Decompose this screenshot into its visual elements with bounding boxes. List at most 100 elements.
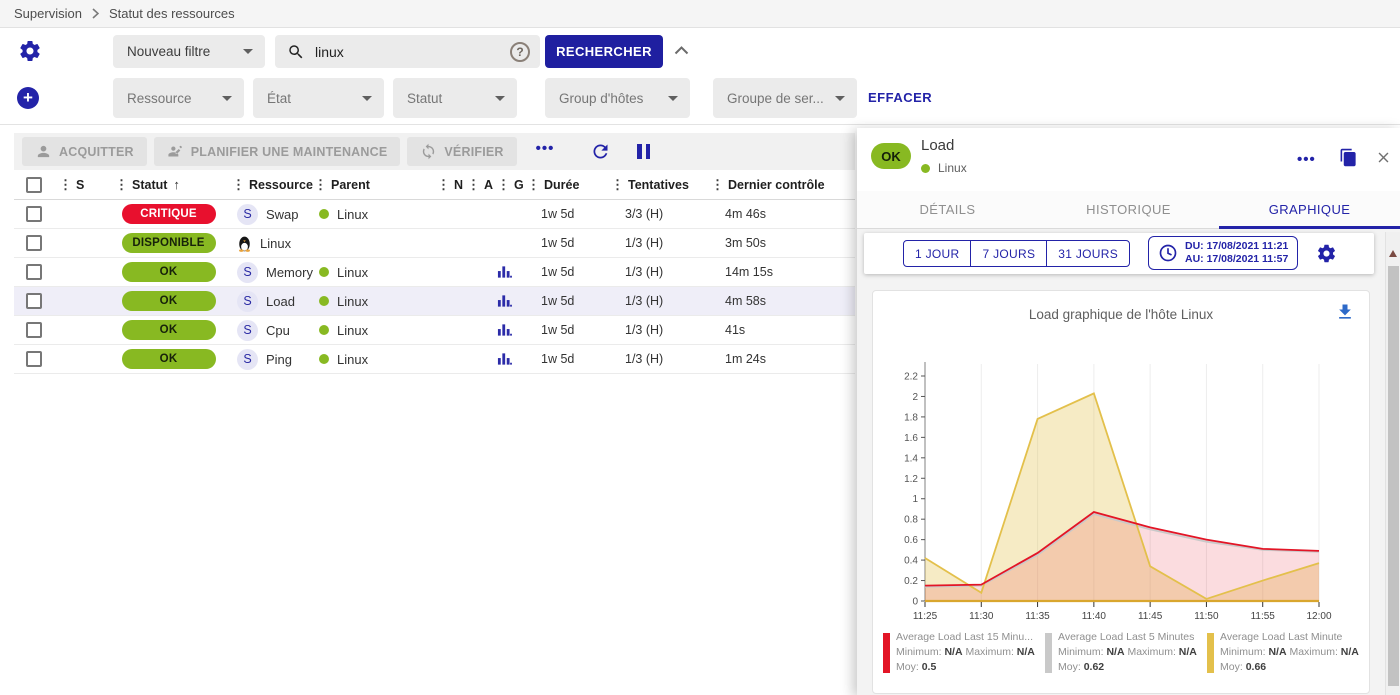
download-icon[interactable] xyxy=(1335,302,1355,322)
column-header-tries[interactable]: Tentatives xyxy=(607,170,707,199)
row-checkbox[interactable] xyxy=(26,206,42,222)
column-header-n[interactable]: N xyxy=(433,170,463,199)
legend-item[interactable]: Average Load Last Minute Minimum: N/A Ma… xyxy=(1207,631,1369,673)
last-check-value: 41s xyxy=(707,316,855,344)
row-checkbox[interactable] xyxy=(26,293,42,309)
custom-period-button[interactable]: DU: 17/08/2021 11:21 AU: 17/08/2021 11:5… xyxy=(1148,236,1298,270)
resource-name[interactable]: Linux xyxy=(260,236,291,251)
acknowledge-button[interactable]: ACQUITTER xyxy=(22,137,147,166)
row-checkbox[interactable] xyxy=(26,322,42,338)
resource-name[interactable]: Swap xyxy=(266,207,299,222)
graph-settings-gear-icon[interactable] xyxy=(1316,243,1337,264)
table-row[interactable]: OK S Ping Linux 1w 5d 1/3 (H) 1m 24s xyxy=(14,345,855,374)
parent-name[interactable]: Linux xyxy=(337,265,368,280)
legend-item[interactable]: Average Load Last 5 Minutes Minimum: N/A… xyxy=(1045,631,1207,673)
parent-name[interactable]: Linux xyxy=(337,294,368,309)
refresh-icon[interactable] xyxy=(590,141,611,162)
scroll-up-arrow-icon[interactable] xyxy=(1389,250,1397,257)
clear-filters-link[interactable]: EFFACER xyxy=(868,90,932,105)
severity-cell xyxy=(55,200,105,228)
column-header-resource[interactable]: Ressource xyxy=(228,170,310,199)
parent-name[interactable]: Linux xyxy=(337,323,368,338)
select-all-checkbox[interactable] xyxy=(26,177,42,193)
drag-handle-icon[interactable] xyxy=(527,176,544,194)
table-row[interactable]: CRITIQUE S Swap Linux 1w 5d 3/3 (H) 4m 4… xyxy=(14,200,855,229)
parent-name[interactable]: Linux xyxy=(337,352,368,367)
person-icon xyxy=(35,143,52,160)
table-row[interactable]: OK S Cpu Linux 1w 5d 1/3 (H) 41s xyxy=(14,316,855,345)
parent-name[interactable]: Linux xyxy=(337,207,368,222)
column-header-parent[interactable]: Parent xyxy=(310,170,433,199)
row-checkbox[interactable] xyxy=(26,351,42,367)
legend-item[interactable]: Average Load Last 15 Minu... Minimum: N/… xyxy=(883,631,1045,673)
close-icon[interactable] xyxy=(1375,149,1392,166)
saved-filter-select[interactable]: Nouveau filtre xyxy=(113,35,265,68)
column-header-status[interactable]: Statut xyxy=(105,170,228,199)
table-row[interactable]: DISPONIBLE Linux 1w 5d 1/3 (H) 3m 50s xyxy=(14,229,855,258)
clock-icon xyxy=(1158,243,1178,263)
graph-icon[interactable] xyxy=(497,264,512,280)
graph-icon[interactable] xyxy=(497,293,512,309)
row-checkbox[interactable] xyxy=(26,264,42,280)
range-7-days-button[interactable]: 7 JOURS xyxy=(970,240,1047,267)
breadcrumb-item-supervision[interactable]: Supervision xyxy=(14,6,82,21)
status-badge: DISPONIBLE xyxy=(122,233,216,253)
range-1-day-button[interactable]: 1 JOUR xyxy=(903,240,971,267)
breadcrumb-item-statut-des-ressources[interactable]: Statut des ressources xyxy=(109,6,235,21)
scrollbar-thumb[interactable] xyxy=(1388,266,1399,686)
criteria-resource-select[interactable]: Ressource xyxy=(113,78,244,118)
more-actions-icon[interactable]: ••• xyxy=(536,140,555,157)
drag-handle-icon[interactable] xyxy=(467,176,484,194)
last-check-value: 14m 15s xyxy=(707,258,855,286)
drag-handle-icon[interactable] xyxy=(497,176,514,194)
search-help-icon[interactable]: ? xyxy=(510,42,530,62)
resource-name[interactable]: Load xyxy=(266,294,295,309)
drag-handle-icon[interactable] xyxy=(59,176,76,194)
graph-icon[interactable] xyxy=(497,322,512,338)
criteria-servicegroup-select[interactable]: Groupe de ser... xyxy=(713,78,857,118)
graph-icon[interactable] xyxy=(497,351,512,367)
search-input[interactable] xyxy=(315,44,510,60)
drag-handle-icon[interactable] xyxy=(711,176,728,194)
add-criteria-button[interactable]: + xyxy=(17,87,39,109)
resource-name[interactable]: Memory xyxy=(266,265,313,280)
host-status-dot xyxy=(319,267,329,277)
set-maintenance-button[interactable]: PLANIFIER UNE MAINTENANCE xyxy=(154,137,401,166)
column-header-duration[interactable]: Durée xyxy=(523,170,607,199)
criteria-status-select[interactable]: Statut xyxy=(393,78,517,118)
svg-text:11:40: 11:40 xyxy=(1082,611,1107,622)
panel-scrollbar[interactable] xyxy=(1385,232,1400,695)
column-header-g[interactable]: G xyxy=(493,170,523,199)
sort-asc-icon[interactable] xyxy=(167,176,180,194)
pause-autorefresh-icon[interactable] xyxy=(637,144,650,159)
column-header-a[interactable]: A xyxy=(463,170,493,199)
tab-details[interactable]: DÉTAILS xyxy=(857,191,1038,228)
resource-name[interactable]: Ping xyxy=(266,352,292,367)
criteria-hostgroup-select[interactable]: Group d'hôtes xyxy=(545,78,690,118)
table-row[interactable]: OK S Load Linux 1w 5d 1/3 (H) 4m 58s xyxy=(14,287,855,316)
panel-more-actions-icon[interactable]: ••• xyxy=(1297,151,1316,168)
copy-link-icon[interactable] xyxy=(1339,148,1358,167)
resource-name[interactable]: Cpu xyxy=(266,323,290,338)
check-button[interactable]: VÉRIFIER xyxy=(407,137,516,166)
filter-settings-gear-icon[interactable] xyxy=(18,39,42,63)
severity-cell xyxy=(55,316,105,344)
drag-handle-icon[interactable] xyxy=(115,176,132,194)
column-header-severity[interactable]: S xyxy=(55,170,105,199)
row-checkbox[interactable] xyxy=(26,235,42,251)
drag-handle-icon[interactable] xyxy=(314,176,331,194)
range-button-group: 1 JOUR 7 JOURS 31 JOURS xyxy=(903,240,1130,267)
drag-handle-icon[interactable] xyxy=(437,176,454,194)
tab-historique[interactable]: HISTORIQUE xyxy=(1038,191,1219,228)
collapse-filters-chevron-up-icon[interactable] xyxy=(674,46,689,55)
table-row[interactable]: OK S Memory Linux 1w 5d 1/3 (H) 14m 15s xyxy=(14,258,855,287)
panel-content: 1 JOUR 7 JOURS 31 JOURS DU: 17/08/2021 1… xyxy=(857,229,1400,695)
tab-graphique[interactable]: GRAPHIQUE xyxy=(1219,191,1400,228)
drag-handle-icon[interactable] xyxy=(232,176,249,194)
chevron-down-icon xyxy=(495,96,505,101)
range-31-days-button[interactable]: 31 JOURS xyxy=(1046,240,1130,267)
column-header-last-check[interactable]: Dernier contrôle xyxy=(707,170,855,199)
drag-handle-icon[interactable] xyxy=(611,176,628,194)
criteria-state-select[interactable]: État xyxy=(253,78,384,118)
search-button[interactable]: RECHERCHER xyxy=(545,35,663,68)
